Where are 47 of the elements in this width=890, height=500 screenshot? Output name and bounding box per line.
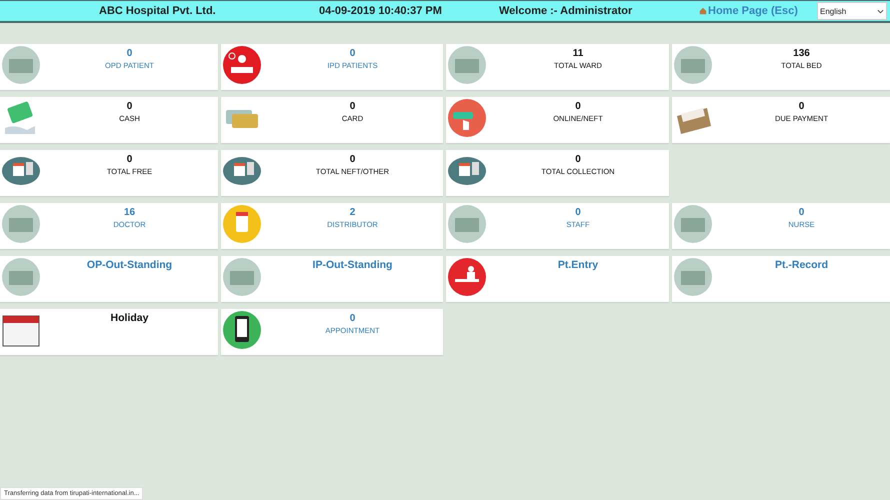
count-value: 136 — [793, 47, 810, 60]
count-value: 0 — [575, 100, 581, 113]
home-page-link[interactable]: Home Page (Esc) — [699, 5, 815, 17]
photo-placeholder — [222, 257, 262, 297]
count-value: 0 — [350, 100, 356, 113]
desk-icon — [447, 257, 487, 297]
language-dropdown[interactable]: English — [817, 2, 887, 20]
bed-icon — [222, 45, 262, 85]
language-value: English — [820, 6, 846, 16]
welcome-text: Welcome :- Administrator — [499, 5, 634, 17]
card-title: Pt.-Record — [774, 259, 828, 271]
card-title: IP-Out-Standing — [312, 259, 392, 271]
photo-placeholder — [673, 257, 713, 297]
hospital-name: ABC Hospital Pvt. Ltd. — [99, 5, 217, 17]
count-value: 0 — [798, 100, 804, 113]
card-title: Holiday — [110, 312, 148, 324]
dashboard-card[interactable]: OP-Out-Standing — [0, 256, 218, 302]
photo-placeholder — [1, 45, 41, 85]
count-value: 0 — [350, 312, 356, 325]
count-value: 0 — [575, 153, 581, 166]
dashboard-card[interactable]: IP-Out-Standing — [221, 256, 443, 302]
count-value: 0 — [575, 206, 581, 219]
count-value: 0 — [126, 100, 132, 113]
dashboard-card[interactable]: Pt.Entry — [446, 256, 669, 302]
house-icon — [699, 7, 707, 15]
card-title: OP-Out-Standing — [86, 259, 172, 271]
count-value: 0 — [350, 153, 356, 166]
photo-placeholder — [1, 257, 41, 297]
date-time: 04-09-2019 10:40:37 PM — [319, 5, 443, 17]
dashboard-card[interactable]: Pt.-Record — [672, 256, 890, 302]
phone-icon — [222, 310, 262, 350]
dashboard-card[interactable]: Holiday — [0, 309, 218, 355]
count-value: 16 — [124, 206, 136, 219]
count-value: 0 — [350, 47, 356, 60]
photo-placeholder — [673, 45, 713, 85]
caret-icon — [877, 8, 884, 14]
count-value: 2 — [350, 206, 356, 219]
count-value: 0 — [126, 47, 132, 60]
bottle-icon — [222, 204, 262, 244]
photo-placeholder — [673, 204, 713, 244]
card-title: Pt.Entry — [558, 259, 598, 271]
count-value: 11 — [572, 47, 584, 60]
photo-placeholder — [447, 204, 487, 244]
count-value: 0 — [798, 206, 804, 219]
photo-placeholder — [1, 204, 41, 244]
count-value: 0 — [126, 153, 132, 166]
photo-placeholder — [447, 45, 487, 85]
